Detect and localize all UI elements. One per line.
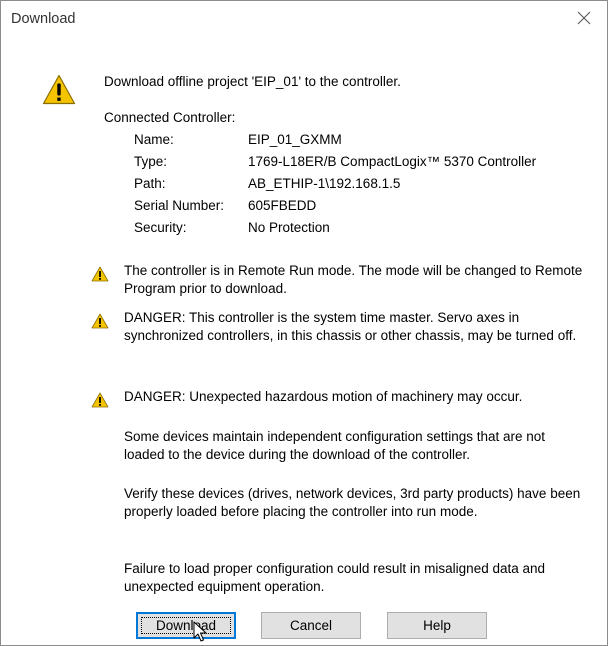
- cancel-button-label: Cancel: [289, 618, 333, 633]
- focus-rectangle: [141, 617, 231, 634]
- info-value: 605FBEDD: [248, 198, 317, 213]
- warning-icon: [91, 266, 109, 282]
- title-bar: Download: [1, 1, 607, 39]
- download-button[interactable]: Download: [136, 612, 236, 639]
- close-icon: [577, 11, 591, 25]
- download-dialog: Download Download offline project 'EIP_0…: [0, 0, 608, 646]
- remote-run-warning: The controller is in Remote Run mode. Th…: [124, 263, 583, 296]
- help-button[interactable]: Help: [387, 612, 487, 639]
- info-label: Name:: [134, 132, 174, 147]
- info-value: No Protection: [248, 220, 330, 235]
- devices-config-note: Some devices maintain independent config…: [124, 429, 546, 462]
- info-label: Serial Number:: [134, 198, 225, 213]
- close-button[interactable]: [561, 1, 607, 35]
- hazardous-motion-danger: DANGER: Unexpected hazardous motion of m…: [124, 389, 523, 404]
- main-message: Download offline project 'EIP_01' to the…: [104, 74, 401, 89]
- failure-note: Failure to load proper configuration cou…: [124, 561, 546, 594]
- info-label: Type:: [134, 154, 168, 169]
- info-value: EIP_01_GXMM: [248, 132, 342, 147]
- mouse-cursor-icon: [193, 621, 207, 642]
- info-value: 1769-L18ER/B CompactLogix™ 5370 Controll…: [248, 154, 537, 169]
- warning-icon: [91, 313, 109, 329]
- warning-icon: [91, 392, 109, 408]
- info-label: Security:: [134, 220, 187, 235]
- time-master-danger: DANGER: This controller is the system ti…: [124, 310, 577, 343]
- window-title: Download: [11, 11, 76, 27]
- help-button-label: Help: [423, 618, 451, 633]
- connected-controller-label: Connected Controller:: [104, 110, 236, 125]
- cancel-button[interactable]: Cancel: [261, 612, 361, 639]
- info-label: Path:: [134, 176, 166, 191]
- warning-icon: [42, 74, 76, 105]
- info-value: AB_ETHIP-1\192.168.1.5: [248, 176, 401, 191]
- verify-devices-note: Verify these devices (drives, network de…: [124, 486, 581, 519]
